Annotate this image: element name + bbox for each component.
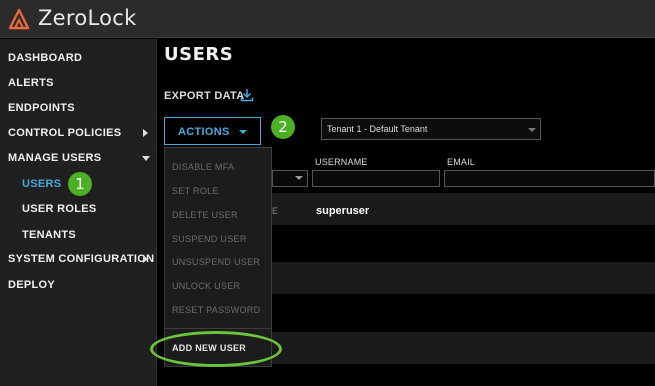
menu-item-reset-password[interactable]: RESET PASSWORD bbox=[172, 305, 260, 315]
sidebar-item-user-roles[interactable]: USER ROLES bbox=[22, 199, 97, 219]
sidebar-item-deploy[interactable]: DEPLOY bbox=[8, 275, 55, 295]
caret-right-icon[interactable] bbox=[143, 255, 148, 263]
menu-item-suspend-user[interactable]: SUSPEND USER bbox=[172, 234, 247, 244]
title-bar: ZeroLock bbox=[0, 0, 655, 38]
callout-highlight-ring bbox=[150, 331, 282, 367]
menu-divider bbox=[165, 328, 271, 329]
sidebar-item-dashboard[interactable]: DASHBOARD bbox=[8, 48, 82, 68]
column-header-username[interactable]: USERNAME bbox=[315, 157, 368, 167]
tenant-select[interactable]: Tenant 1 - Default Tenant bbox=[321, 118, 541, 140]
sidebar-item-control-policies[interactable]: CONTROL POLICIES bbox=[8, 123, 121, 143]
page-title: USERS bbox=[164, 44, 234, 65]
sidebar-item-system-configuration[interactable]: SYSTEM CONFIGURATION bbox=[8, 249, 154, 269]
row-status-fragment: E bbox=[272, 206, 279, 216]
table-row bbox=[272, 262, 655, 294]
sidebar-item-alerts[interactable]: ALERTS bbox=[8, 73, 54, 93]
step-1-badge: 1 bbox=[68, 172, 92, 196]
chevron-down-icon bbox=[295, 176, 303, 180]
column-header-email[interactable]: EMAIL bbox=[447, 157, 475, 167]
sidebar-item-endpoints[interactable]: ENDPOINTS bbox=[8, 98, 75, 118]
email-filter-input[interactable] bbox=[444, 170, 655, 187]
actions-button[interactable]: ACTIONS bbox=[164, 117, 261, 145]
app-title: ZeroLock bbox=[38, 6, 137, 30]
menu-item-unsuspend-user[interactable]: UNSUSPEND USER bbox=[172, 257, 260, 267]
step-2-badge: 2 bbox=[271, 115, 295, 139]
sidebar-item-manage-users[interactable]: MANAGE USERS bbox=[8, 148, 101, 168]
caret-down-icon[interactable] bbox=[142, 156, 150, 161]
sidebar-item-users[interactable]: USERS bbox=[22, 174, 61, 194]
download-icon[interactable] bbox=[240, 88, 254, 102]
menu-item-set-role[interactable]: SET ROLE bbox=[172, 186, 219, 196]
zerolock-logo-icon bbox=[8, 8, 30, 30]
username-filter-input[interactable] bbox=[312, 170, 440, 187]
sidebar-item-tenants[interactable]: TENANTS bbox=[22, 225, 76, 245]
menu-item-disable-mfa[interactable]: DISABLE MFA bbox=[172, 162, 234, 172]
caret-right-icon[interactable] bbox=[143, 129, 148, 137]
menu-item-delete-user[interactable]: DELETE USER bbox=[172, 210, 238, 220]
row-username: superuser bbox=[316, 205, 370, 217]
menu-item-unlock-user[interactable]: UNLOCK USER bbox=[172, 281, 240, 291]
chevron-down-icon bbox=[239, 130, 247, 134]
table-row bbox=[272, 332, 655, 364]
actions-label: ACTIONS bbox=[178, 126, 230, 138]
tenant-select-value: Tenant 1 - Default Tenant bbox=[327, 124, 428, 134]
export-data-link[interactable]: EXPORT DATA bbox=[164, 90, 245, 102]
chevron-down-icon bbox=[528, 128, 536, 132]
